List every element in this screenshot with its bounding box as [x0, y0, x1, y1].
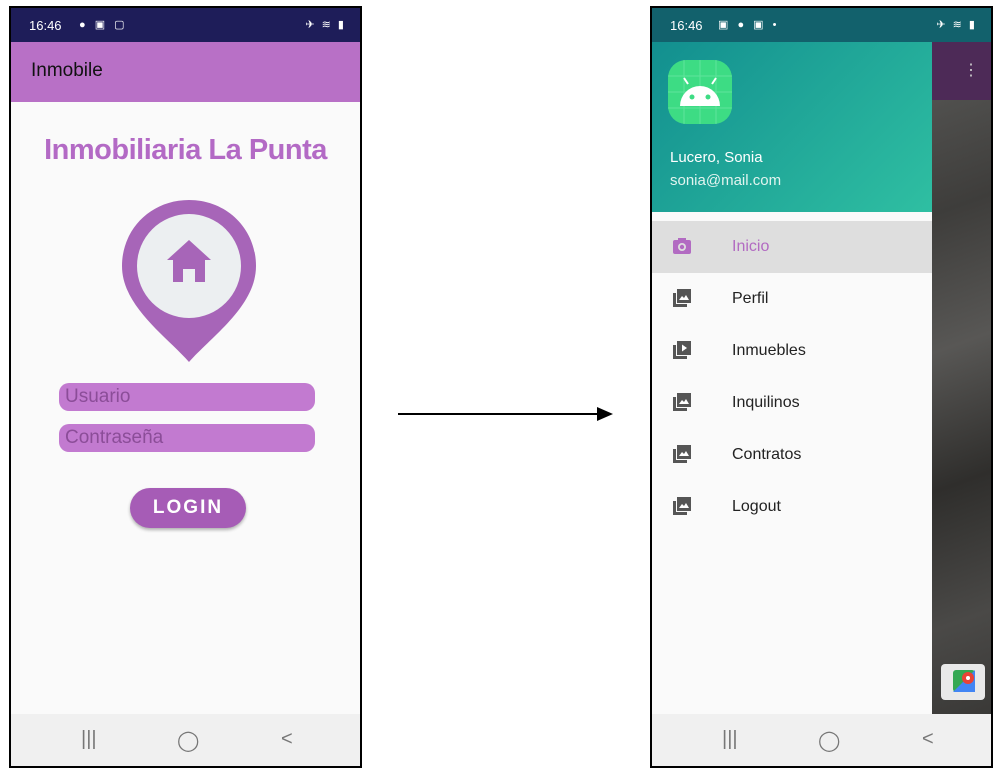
app-bar: Inmobile	[11, 42, 360, 102]
status-bar: 16:46 ● ▣ ▢ ✈ ≋ ▮	[11, 8, 360, 42]
signal-battery-icon: ✈ ≋ ▮	[936, 19, 977, 31]
status-time: 16:46	[29, 18, 62, 33]
gallery-icon	[673, 497, 691, 515]
menu-label: Inquilinos	[732, 394, 800, 411]
home-button[interactable]: ◯	[818, 728, 840, 753]
recents-button[interactable]: |||	[722, 728, 738, 751]
gallery-icon	[673, 445, 691, 463]
menu-item-inquilinos[interactable]: Inquilinos	[652, 377, 932, 429]
user-name: Lucero, Sonia	[670, 149, 763, 166]
drawer-phone-screen: ⋮ 16:46 ▣ ● ▣ • ✈ ≋ ▮ Lucero, Sonia soni…	[650, 6, 993, 768]
recents-button[interactable]: |||	[81, 728, 97, 751]
login-button[interactable]: LOGIN	[130, 488, 246, 528]
username-input[interactable]: Usuario	[59, 383, 315, 411]
overflow-menu-icon[interactable]: ⋮	[963, 60, 979, 80]
status-time: 16:46	[670, 18, 703, 33]
google-maps-icon[interactable]	[941, 664, 985, 700]
menu-label: Perfil	[732, 290, 769, 307]
app-title: Inmobile	[31, 60, 103, 81]
menu-label: Inicio	[732, 238, 770, 255]
play-icon	[673, 341, 691, 359]
back-button[interactable]: <	[922, 728, 934, 751]
camera-icon	[673, 238, 691, 254]
login-phone-screen: 16:46 ● ▣ ▢ ✈ ≋ ▮ Inmobile Inmobiliaria …	[9, 6, 362, 768]
menu-item-contratos[interactable]: Contratos	[652, 429, 932, 481]
transition-arrow-icon	[398, 407, 613, 421]
notification-icons: ● ▣ ▢	[79, 19, 128, 31]
menu-item-logout[interactable]: Logout	[652, 481, 932, 533]
system-nav-bar: ||| ◯ <	[11, 714, 360, 766]
status-bar: 16:46 ▣ ● ▣ • ✈ ≋ ▮	[652, 8, 991, 42]
menu-label: Inmuebles	[732, 342, 806, 359]
system-nav-bar: ||| ◯ <	[652, 714, 991, 766]
signal-battery-icon: ✈ ≋ ▮	[305, 19, 346, 31]
navigation-drawer: Lucero, Sonia sonia@mail.com Inicio Perf…	[652, 42, 932, 714]
home-button[interactable]: ◯	[177, 728, 199, 753]
menu-item-perfil[interactable]: Perfil	[652, 273, 932, 325]
map-background	[932, 42, 991, 714]
drawer-header: Lucero, Sonia sonia@mail.com	[652, 42, 932, 212]
menu-label: Logout	[732, 498, 781, 515]
android-icon	[668, 60, 732, 124]
drawer-menu: Inicio Perfil Inmuebles Inquilinos Contr…	[652, 221, 932, 533]
dimmed-app-bar: ⋮	[932, 42, 991, 100]
user-email: sonia@mail.com	[670, 172, 782, 189]
home-pin-icon	[122, 200, 256, 362]
back-button[interactable]: <	[281, 728, 293, 751]
menu-item-inmuebles[interactable]: Inmuebles	[652, 325, 932, 377]
gallery-icon	[673, 393, 691, 411]
gallery-icon	[673, 289, 691, 307]
menu-item-inicio[interactable]: Inicio	[652, 221, 932, 273]
menu-label: Contratos	[732, 446, 802, 463]
notification-icons: ▣ ● ▣ •	[718, 19, 780, 31]
brand-title: Inmobiliaria La Punta	[44, 134, 327, 166]
password-input[interactable]: Contraseña	[59, 424, 315, 452]
